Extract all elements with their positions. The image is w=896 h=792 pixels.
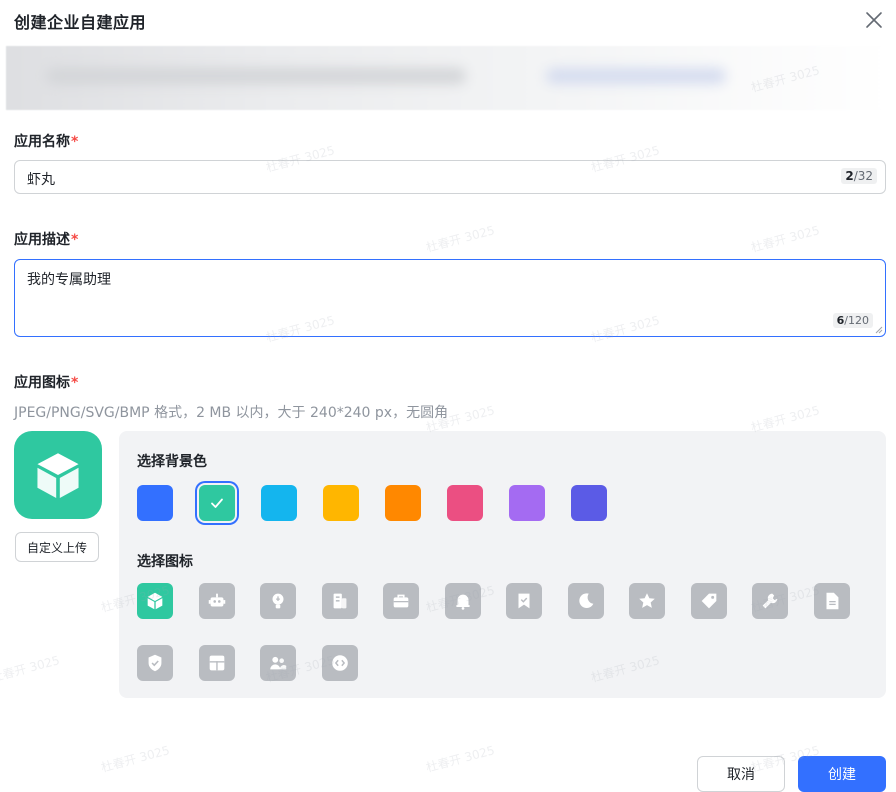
icon-option-tile[interactable] bbox=[506, 583, 542, 619]
resize-handle-icon[interactable] bbox=[875, 326, 883, 334]
icon-option-tile[interactable] bbox=[321, 583, 358, 619]
icon-option-tile[interactable] bbox=[383, 583, 419, 619]
bg-color-swatch[interactable] bbox=[323, 485, 359, 521]
icon-option-tile[interactable] bbox=[198, 583, 235, 619]
create-app-dialog: 创建企业自建应用 应用名称* 虾丸 2/32 应用描述* 我的专属助理 6/12… bbox=[0, 0, 896, 792]
bg-color-swatch[interactable] bbox=[571, 485, 607, 521]
watermark-text: 杜春开 3025 bbox=[99, 743, 172, 775]
icon-option-tile[interactable] bbox=[752, 583, 788, 619]
watermark-text: 杜春开 3025 bbox=[0, 653, 62, 685]
building-icon bbox=[333, 593, 346, 609]
bg-color-swatch[interactable] bbox=[509, 485, 545, 521]
star-icon bbox=[639, 593, 655, 608]
icon-option-tile[interactable] bbox=[321, 645, 358, 681]
icon-select-title: 选择图标 bbox=[137, 554, 193, 570]
moon-icon bbox=[578, 593, 593, 609]
cancel-button[interactable]: 取消 bbox=[697, 756, 785, 792]
app-icon-hint: JPEG/PNG/SVG/BMP 格式，2 MB 以内，大于 240*240 p… bbox=[14, 405, 449, 421]
bell-icon bbox=[455, 594, 470, 610]
bg-color-title: 选择背景色 bbox=[137, 454, 207, 470]
wrench-icon bbox=[762, 593, 778, 609]
icon-picker-panel: 选择背景色 选择图标 bbox=[119, 431, 886, 698]
icon-option-tile[interactable] bbox=[690, 583, 727, 619]
code-icon bbox=[331, 655, 348, 671]
icon-option-tile[interactable] bbox=[137, 645, 173, 681]
bookmark-check-icon bbox=[518, 593, 530, 609]
document-icon bbox=[826, 592, 838, 610]
icon-option-tile[interactable] bbox=[444, 583, 481, 619]
blurred-notice-banner bbox=[6, 46, 886, 110]
app-icon-preview bbox=[14, 431, 102, 519]
bg-color-swatch[interactable] bbox=[261, 485, 297, 521]
users-icon bbox=[270, 656, 287, 670]
bg-color-swatch[interactable] bbox=[385, 485, 421, 521]
robot-icon bbox=[208, 593, 225, 607]
icon-option-tile[interactable] bbox=[260, 645, 296, 681]
app-description-textarea[interactable]: 我的专属助理 6/120 bbox=[14, 259, 886, 337]
app-name-input[interactable]: 虾丸 2/32 bbox=[14, 160, 886, 194]
tag-icon bbox=[701, 593, 716, 609]
watermark-text: 杜春开 3025 bbox=[424, 743, 497, 775]
cube-icon bbox=[37, 453, 79, 498]
layout-icon bbox=[209, 655, 224, 671]
icon-option-tile[interactable] bbox=[567, 583, 604, 619]
custom-upload-button[interactable]: 自定义上传 bbox=[15, 532, 99, 562]
dialog-title: 创建企业自建应用 bbox=[14, 13, 147, 32]
icon-option-tile[interactable] bbox=[198, 645, 235, 681]
create-button[interactable]: 创建 bbox=[798, 756, 886, 792]
shield-check-icon bbox=[148, 654, 162, 672]
bg-color-swatch[interactable] bbox=[199, 485, 235, 521]
bg-color-swatch[interactable] bbox=[447, 485, 483, 521]
icon-option-tile[interactable] bbox=[260, 583, 296, 619]
icon-option-tile[interactable] bbox=[813, 583, 850, 619]
app-description-value: 我的专属助理 bbox=[27, 272, 111, 288]
watermark-text: 杜春开 3025 bbox=[424, 223, 497, 255]
app-icon-label: 应用图标* bbox=[14, 375, 79, 391]
app-name-char-counter: 2/32 bbox=[841, 168, 877, 184]
icon-option-tile[interactable] bbox=[629, 583, 665, 619]
briefcase-icon bbox=[393, 594, 409, 608]
cube-icon bbox=[147, 592, 163, 610]
app-description-label: 应用描述* bbox=[14, 232, 79, 248]
app-description-char-counter: 6/120 bbox=[832, 313, 873, 328]
check-icon bbox=[199, 485, 235, 521]
lightbulb-icon bbox=[272, 593, 284, 609]
bg-color-swatch[interactable] bbox=[137, 485, 173, 521]
close-icon[interactable] bbox=[862, 8, 886, 32]
watermark-text: 杜春开 3025 bbox=[749, 223, 822, 255]
icon-option-tile[interactable] bbox=[137, 583, 173, 619]
app-name-label: 应用名称* bbox=[14, 134, 79, 150]
app-name-value: 虾丸 bbox=[27, 172, 55, 188]
